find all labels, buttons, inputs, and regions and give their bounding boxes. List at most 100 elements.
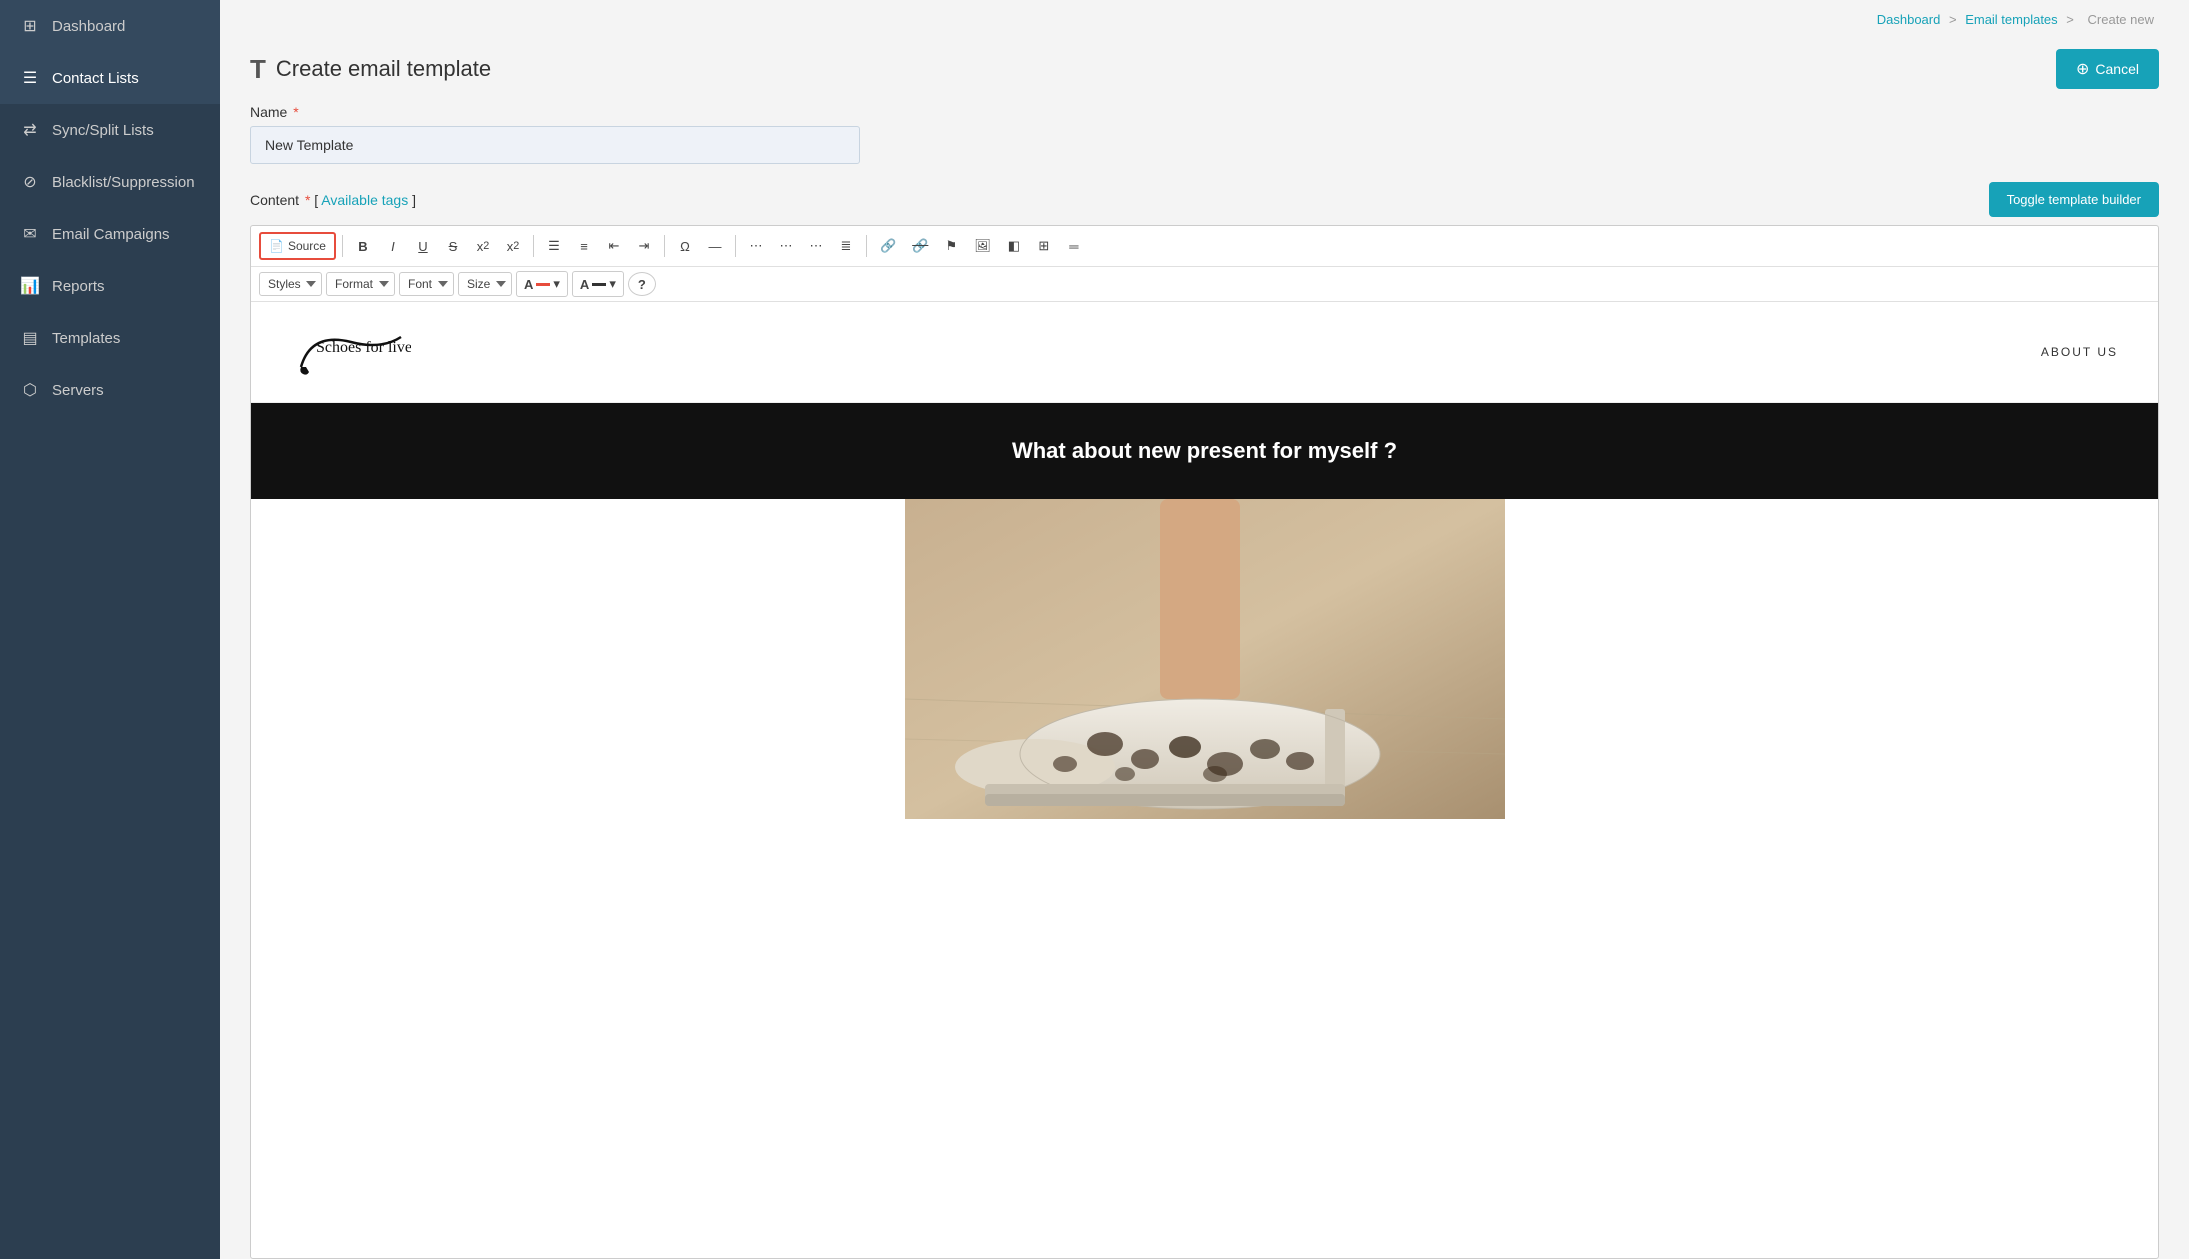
styles-select[interactable]: Styles	[259, 272, 322, 296]
content-label: Content * [ Available tags ]	[250, 192, 416, 208]
template-preview: Schoes for live ABOUT US What about new …	[251, 302, 2158, 819]
sync-icon: ⇄	[20, 120, 40, 140]
ordered-list-button[interactable]: ☰	[540, 232, 568, 260]
bg-color-icon: A	[580, 277, 589, 292]
breadcrumb: Dashboard > Email templates > Create new	[220, 0, 2189, 39]
dashboard-icon: ⊞	[20, 16, 40, 36]
sidebar-item-blacklist[interactable]: ⊘ Blacklist/Suppression	[0, 156, 220, 208]
cancel-button[interactable]: ⊕ Cancel	[2056, 49, 2159, 89]
toolbar-row1: 📄 Source B I U S x2 x2 ☰ ≡ ⇤ ⇥ Ω ― ⋯	[251, 226, 2158, 267]
breadcrumb-sep1: >	[1949, 12, 1960, 27]
editor-container: 📄 Source B I U S x2 x2 ☰ ≡ ⇤ ⇥ Ω ― ⋯	[250, 225, 2159, 1259]
cancel-label: Cancel	[2095, 61, 2139, 77]
reports-icon: 📊	[20, 276, 40, 296]
font-select[interactable]: Font	[399, 272, 454, 296]
breadcrumb-current: Create new	[2088, 12, 2154, 27]
contact-lists-icon: ☰	[20, 68, 40, 88]
page-header: T Create email template ⊕ Cancel	[220, 39, 2189, 104]
page-title: T Create email template	[250, 54, 491, 85]
sidebar-label-servers: Servers	[52, 382, 104, 399]
toolbar-separator-4	[735, 235, 736, 257]
toolbar-separator-3	[664, 235, 665, 257]
name-field-label: Name *	[250, 104, 2159, 120]
sidebar-item-dashboard[interactable]: ⊞ Dashboard	[0, 0, 220, 52]
unlink-button[interactable]: 🔗	[905, 232, 935, 260]
shoe-image-svg	[905, 499, 1505, 819]
available-tags-link[interactable]: Available tags	[321, 192, 408, 208]
font-color-bar	[536, 283, 550, 286]
italic-button[interactable]: I	[379, 232, 407, 260]
help-button[interactable]: ?	[628, 272, 656, 296]
toolbar-separator-2	[533, 235, 534, 257]
servers-icon: ⬡	[20, 380, 40, 400]
align-left-button[interactable]: ⋯	[742, 232, 770, 260]
horizontal-line-button[interactable]: ―	[701, 232, 729, 260]
email-icon: ✉	[20, 224, 40, 244]
anchor-button[interactable]: ⚑	[937, 232, 965, 260]
templates-icon: ▤	[20, 328, 40, 348]
svg-text:Schoes for live: Schoes for live	[316, 339, 411, 356]
sidebar-label-dashboard: Dashboard	[52, 18, 125, 35]
font-color-dropdown: ▾	[553, 276, 560, 292]
editor-content[interactable]: Schoes for live ABOUT US What about new …	[251, 302, 2158, 1258]
bg-color-bar	[592, 283, 606, 286]
block-button[interactable]: ◧	[1000, 232, 1028, 260]
toolbar-separator-5	[866, 235, 867, 257]
align-center-button[interactable]: ⋯	[772, 232, 800, 260]
sidebar-item-templates[interactable]: ▤ Templates	[0, 312, 220, 364]
logo-svg: Schoes for live	[291, 322, 411, 382]
content-label-row: Content * [ Available tags ] Toggle temp…	[250, 182, 2159, 217]
bold-button[interactable]: B	[349, 232, 377, 260]
sidebar: ⊞ Dashboard ☰ Contact Lists ⇄ Sync/Split…	[0, 0, 220, 1259]
justify-button[interactable]: ≣	[832, 232, 860, 260]
sidebar-label-reports: Reports	[52, 278, 105, 295]
format-select[interactable]: Format	[326, 272, 395, 296]
special-chars-button[interactable]: Ω	[671, 232, 699, 260]
toggle-builder-button[interactable]: Toggle template builder	[1989, 182, 2159, 217]
underline-button[interactable]: U	[409, 232, 437, 260]
template-shoe-area	[251, 499, 2158, 819]
font-color-icon: A	[524, 277, 533, 292]
outdent-button[interactable]: ⇤	[600, 232, 628, 260]
source-button[interactable]: 📄 Source	[259, 232, 336, 260]
sidebar-item-contact-lists[interactable]: ☰ Contact Lists	[0, 52, 220, 104]
bg-color-dropdown: ▾	[609, 276, 616, 292]
link-button[interactable]: 🔗	[873, 232, 903, 260]
sidebar-item-reports[interactable]: 📊 Reports	[0, 260, 220, 312]
page-title-text: Create email template	[276, 56, 491, 82]
template-header: Schoes for live ABOUT US	[251, 302, 2158, 403]
bg-color-button[interactable]: A ▾	[572, 271, 624, 297]
template-logo: Schoes for live	[291, 322, 411, 382]
toolbar-row2: Styles Format Font Size A ▾ A	[251, 267, 2158, 302]
cancel-icon: ⊕	[2076, 59, 2089, 79]
breadcrumb-email-templates[interactable]: Email templates	[1965, 12, 2057, 27]
image-button[interactable]: 🖼	[967, 232, 998, 260]
title-icon: T	[250, 54, 266, 85]
sidebar-label-blacklist: Blacklist/Suppression	[52, 174, 195, 191]
blacklist-icon: ⊘	[20, 172, 40, 192]
subscript-button[interactable]: x2	[469, 232, 497, 260]
strikethrough-button[interactable]: S	[439, 232, 467, 260]
unordered-list-button[interactable]: ≡	[570, 232, 598, 260]
template-banner: What about new present for myself ?	[251, 403, 2158, 499]
source-doc-icon: 📄	[269, 239, 284, 253]
sidebar-item-email-campaigns[interactable]: ✉ Email Campaigns	[0, 208, 220, 260]
sidebar-item-servers[interactable]: ⬡ Servers	[0, 364, 220, 416]
content-required-marker: *	[305, 192, 310, 208]
superscript-button[interactable]: x2	[499, 232, 527, 260]
align-right-button[interactable]: ⋯	[802, 232, 830, 260]
breadcrumb-dashboard[interactable]: Dashboard	[1877, 12, 1941, 27]
table-button[interactable]: ⊞	[1030, 232, 1058, 260]
name-input[interactable]	[250, 126, 860, 164]
size-select[interactable]: Size	[458, 272, 512, 296]
name-required-marker: *	[293, 104, 298, 120]
sidebar-label-contact-lists: Contact Lists	[52, 70, 139, 87]
sidebar-label-sync-split: Sync/Split Lists	[52, 122, 154, 139]
sidebar-item-sync-split[interactable]: ⇄ Sync/Split Lists	[0, 104, 220, 156]
font-color-button[interactable]: A ▾	[516, 271, 568, 297]
sidebar-label-templates: Templates	[52, 330, 120, 347]
hr-button[interactable]: ═	[1060, 232, 1088, 260]
sidebar-label-email-campaigns: Email Campaigns	[52, 226, 170, 243]
indent-button[interactable]: ⇥	[630, 232, 658, 260]
toolbar-separator-1	[342, 235, 343, 257]
